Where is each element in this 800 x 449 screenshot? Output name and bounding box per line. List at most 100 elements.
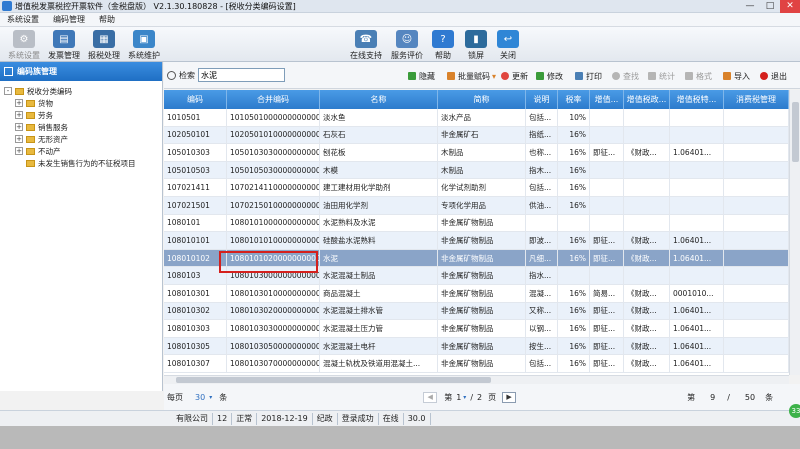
exit-button[interactable]: 退出 — [760, 69, 787, 83]
help-button[interactable]: ? 帮助 — [432, 28, 454, 61]
table-row[interactable]: 108010307 1080103070000000000 混凝土轨枕及铁道用混凝土… — [164, 355, 789, 373]
find-button[interactable]: 查找 — [612, 69, 639, 83]
menu-help[interactable]: 帮助 — [92, 14, 122, 25]
cell-vat-special: 1.06401... — [670, 249, 724, 267]
cell-description: 包括... — [526, 179, 558, 196]
status-bar: 有限公司 12 正常 2018-12-19 纪政 登录成功 在线 30.0 — [0, 410, 800, 426]
col-header-code[interactable]: 编码 — [164, 90, 227, 109]
tree-item-goods[interactable]: + 货物 — [4, 97, 162, 109]
cell-tax-rate: 16% — [558, 355, 590, 372]
col-header-consumption-tax[interactable]: 消费税管理 — [724, 90, 789, 109]
scroll-thumb[interactable] — [176, 377, 491, 383]
menu-code-management[interactable]: 编码管理 — [46, 14, 92, 25]
search-input[interactable] — [198, 68, 285, 82]
table-row[interactable]: 1080101 1080101000000000000 水泥熟料及水泥 非金属矿物制品 — [164, 214, 789, 233]
horizontal-scrollbar[interactable] — [164, 375, 789, 384]
lock-screen-icon: ▮ — [465, 30, 487, 48]
expand-icon[interactable]: + — [15, 99, 23, 107]
col-header-description[interactable]: 说明 — [526, 90, 558, 109]
tree-item-sales-service[interactable]: + 销售服务 — [4, 121, 162, 133]
table-row[interactable]: 105010303 1050103030000000000 刨花板 木制品 也称... 1… — [164, 144, 789, 162]
minimize-button[interactable]: — — [740, 0, 760, 13]
print-button[interactable]: 打印 — [575, 69, 602, 83]
invoice-management-button[interactable]: ▤ 发票管理 — [46, 28, 82, 61]
tree-item-intangible-assets[interactable]: + 无形资产 — [4, 133, 162, 145]
col-header-merged-code[interactable]: 合并编码 — [227, 90, 320, 109]
notification-badge[interactable]: 33 — [789, 404, 800, 418]
system-settings-button[interactable]: ⚙ 系统设置 — [4, 28, 44, 61]
service-rating-button[interactable]: ☺ 服务评价 — [389, 28, 425, 61]
tree-item-labor[interactable]: + 劳务 — [4, 109, 162, 121]
col-header-vat[interactable]: 增值... — [590, 90, 624, 109]
lock-screen-button[interactable]: ▮ 锁屏 — [465, 28, 487, 61]
tree-root[interactable]: - 税收分类编码 — [4, 85, 162, 97]
col-header-name[interactable]: 名称 — [320, 90, 438, 109]
table-row[interactable]: 102050101 1020501010000000000 石灰石 非金属矿石 指纸..… — [164, 126, 789, 145]
tax-report-button[interactable]: ▦ 报税处理 — [86, 28, 122, 61]
online-support-button[interactable]: ☎ 在线支持 — [348, 28, 384, 61]
expand-icon[interactable]: + — [15, 147, 23, 155]
tree-label: 货物 — [38, 98, 53, 108]
cell-name: 刨花板 — [320, 144, 438, 161]
table-row[interactable]: 108010303 1080103030000000000 水泥混凝土压力管 非金属矿… — [164, 320, 789, 338]
status-date: 2018-12-19 — [257, 412, 313, 425]
table-row[interactable]: 1080103 1080103000000000000 水泥混凝土制品 非金属矿物制品… — [164, 267, 789, 285]
vertical-scrollbar[interactable] — [789, 90, 800, 375]
cell-name: 建工建材用化学助剂 — [320, 179, 438, 196]
tree-item-real-estate[interactable]: + 不动产 — [4, 145, 162, 157]
expand-icon[interactable]: + — [15, 111, 23, 119]
per-page-select[interactable]: 30 — [195, 393, 205, 402]
menu-system-settings[interactable]: 系统设置 — [0, 14, 46, 25]
table-row[interactable]: 108010305 1080103050000000000 水泥混凝土电杆 非金属矿物… — [164, 337, 789, 356]
col-header-tax-rate[interactable]: 税率 — [558, 90, 590, 109]
chevron-down-icon[interactable]: ▾ — [463, 394, 466, 401]
collapse-icon[interactable]: - — [4, 87, 12, 95]
table-row[interactable]: 107021501 1070215010000000000 油田用化学剂 专项化学用品… — [164, 196, 789, 215]
stats-button[interactable]: 统计 — [648, 69, 675, 83]
cell-description: 指纸... — [526, 126, 558, 144]
scroll-thumb[interactable] — [792, 102, 799, 162]
table-row[interactable]: 107021411 1070214110000000000 建工建材用化学助剂 化学试… — [164, 179, 789, 197]
maximize-button[interactable]: □ — [760, 0, 780, 13]
batch-code-button[interactable]: 批量赋码 ▾ — [447, 69, 496, 83]
edit-button[interactable]: 修改 — [536, 69, 563, 83]
col-header-vat-policy[interactable]: 增值税政... — [624, 90, 670, 109]
cell-name: 硅酸盐水泥熟料 — [320, 232, 438, 249]
status-company: 有限公司 — [0, 412, 213, 425]
update-button[interactable]: 更新 — [501, 69, 528, 83]
table-row[interactable]: 108010101 1080101010000000000 硅酸盐水泥熟料 非金属矿物… — [164, 232, 789, 250]
chevron-down-icon[interactable]: ▾ — [209, 394, 212, 401]
cell-vat: 即征... — [590, 320, 624, 337]
table-row[interactable]: 108010301 1080103010000000000 商品混凝土 非金属矿物制品… — [164, 284, 789, 303]
exit-label: 退出 — [771, 71, 787, 81]
table-row[interactable]: 108010302 1080103020000000000 水泥混凝土排水管 非金属矿… — [164, 302, 789, 321]
system-maintenance-button[interactable]: ▣ 系统维护 — [126, 28, 162, 61]
cell-consumption-tax — [724, 267, 789, 284]
current-page[interactable]: 1 — [456, 393, 461, 402]
tree-item-non-taxable[interactable]: 未发生销售行为的不征税项目 — [4, 157, 162, 169]
cell-merged-code: 1080103000000000000 — [227, 267, 320, 284]
prev-page-button[interactable]: ◀ — [423, 391, 438, 403]
col-header-short-name[interactable]: 简称 — [438, 90, 526, 109]
close-button[interactable]: ↩ 关闭 — [497, 28, 519, 61]
import-button[interactable]: 导入 — [723, 69, 750, 83]
col-header-vat-special[interactable]: 增值税特... — [670, 90, 724, 109]
cell-tax-rate: 16% — [558, 284, 590, 302]
cell-tax-rate: 16% — [558, 337, 590, 355]
cell-description: 按生... — [526, 337, 558, 355]
cell-merged-code: 1080101020000000000 — [227, 249, 320, 267]
close-window-button[interactable]: ✕ — [780, 0, 800, 13]
cell-merged-code: 1020501010000000000 — [227, 126, 320, 144]
format-button[interactable]: 格式 — [685, 69, 712, 83]
expand-icon[interactable]: + — [15, 123, 23, 131]
per-page-unit: 条 — [219, 392, 228, 402]
chevron-down-icon[interactable]: ▾ — [492, 72, 496, 81]
next-page-button[interactable]: ▶ — [502, 391, 517, 403]
table-row[interactable]: 108010102 1080101020000000000 水泥 非金属矿物制品 凡细.… — [164, 249, 789, 268]
page-prefix: 第 — [444, 392, 453, 402]
table-row[interactable]: 1010501 1010501000000000000 淡水鱼 淡水产品 包括... 10… — [164, 109, 789, 127]
expand-icon[interactable]: + — [15, 135, 23, 143]
format-label: 格式 — [696, 71, 712, 81]
table-row[interactable]: 105010503 1050105030000000000 木模 木制品 指木... 16… — [164, 161, 789, 180]
hide-button[interactable]: 隐藏 — [408, 69, 435, 83]
